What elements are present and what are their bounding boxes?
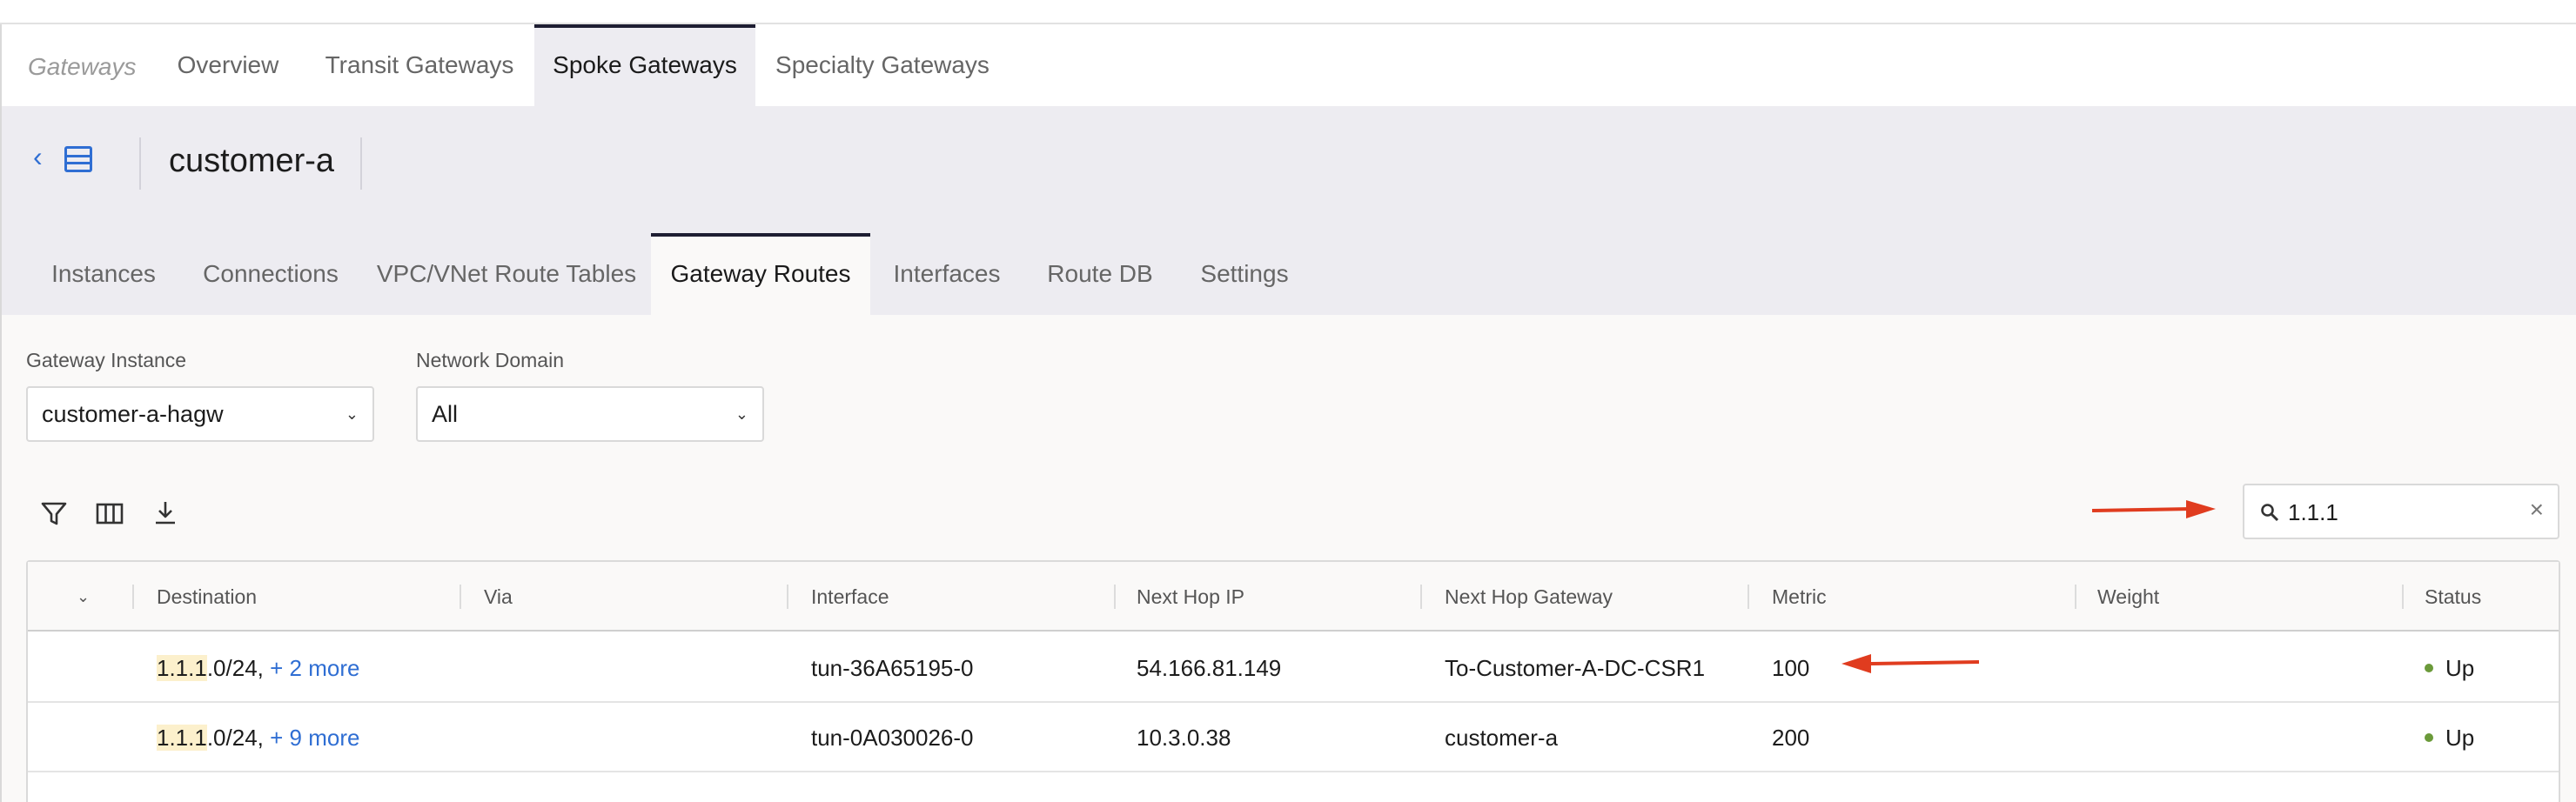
- tab-specialty-gateways[interactable]: Specialty Gateways: [766, 24, 999, 106]
- column-status[interactable]: Status: [2425, 562, 2481, 632]
- annotation-arrow-metric: [1841, 654, 1980, 673]
- gateway-instance-label: Gateway Instance: [26, 349, 187, 371]
- column-metric[interactable]: Metric: [1772, 562, 1827, 632]
- back-chevron-icon[interactable]: ‹: [33, 141, 43, 173]
- table-row[interactable]: 1.1.1.0/24, + 2 more tun-36A65195-0 54.1…: [28, 633, 2559, 703]
- tab-overview[interactable]: Overview: [158, 24, 298, 106]
- interface-cell: tun-0A030026-0: [811, 725, 974, 751]
- column-destination[interactable]: Destination: [157, 562, 257, 632]
- status-dot-icon: [2425, 664, 2433, 673]
- metric-cell: 200: [1772, 725, 1810, 751]
- tab-vpc-vnet-route-tables[interactable]: VPC/VNet Route Tables: [376, 233, 637, 315]
- next-hop-ip-cell: 10.3.0.38: [1137, 725, 1231, 751]
- network-domain-label: Network Domain: [416, 349, 564, 371]
- destination-cell: 1.1.1.0/24, + 2 more: [157, 655, 360, 681]
- column-next-hop-ip[interactable]: Next Hop IP: [1137, 562, 1244, 632]
- breadcrumb-gateways[interactable]: Gateways: [28, 53, 137, 81]
- download-icon[interactable]: [150, 498, 181, 529]
- header-divider: [360, 137, 362, 190]
- tab-transit-gateways[interactable]: Transit Gateways: [312, 24, 527, 106]
- column-next-hop-gateway[interactable]: Next Hop Gateway: [1445, 562, 1613, 632]
- tab-connections[interactable]: Connections: [191, 233, 350, 315]
- columns-icon[interactable]: [94, 498, 125, 529]
- annotation-arrow-search: [2091, 500, 2216, 518]
- table-row[interactable]: 1.1.1.0/24, + 9 more tun-0A030026-0 10.3…: [28, 703, 2559, 772]
- gateway-instance-select[interactable]: customer-a-hagw ⌄: [26, 386, 374, 442]
- routes-table: ⌄ Destination Via Interface Next Hop IP …: [26, 560, 2560, 802]
- more-destinations-link[interactable]: + 2 more: [270, 655, 359, 681]
- filter-icon[interactable]: [38, 498, 70, 529]
- chevron-down-icon: ⌄: [345, 405, 359, 423]
- gateway-header: ‹ customer-a: [0, 106, 2576, 264]
- chevron-down-icon: ⌄: [735, 405, 748, 423]
- table-header: ⌄ Destination Via Interface Next Hop IP …: [28, 562, 2559, 632]
- network-domain-select[interactable]: All ⌄: [416, 386, 764, 442]
- interface-cell: tun-36A65195-0: [811, 655, 974, 681]
- search-input[interactable]: 1.1.1 ×: [2243, 484, 2559, 539]
- column-weight[interactable]: Weight: [2097, 562, 2159, 632]
- column-via[interactable]: Via: [484, 562, 513, 632]
- next-hop-gateway-cell: To-Customer-A-DC-CSR1: [1445, 655, 1706, 681]
- top-nav: Gateways Overview Transit Gateways Spoke…: [0, 24, 2576, 106]
- header-divider: [139, 137, 141, 190]
- tab-settings[interactable]: Settings: [1185, 233, 1304, 315]
- expand-all-chevron-icon[interactable]: ⌄: [77, 562, 90, 632]
- tab-interfaces[interactable]: Interfaces: [882, 233, 1011, 315]
- status-dot-icon: [2425, 733, 2433, 743]
- search-value: 1.1.1: [2288, 499, 2338, 525]
- gateway-sub-tabs: Instances Connections VPC/VNet Route Tab…: [0, 233, 2576, 315]
- next-hop-gateway-cell: customer-a: [1445, 725, 1559, 751]
- more-destinations-link[interactable]: + 9 more: [270, 725, 359, 751]
- status-cell: Up: [2425, 633, 2474, 703]
- metric-cell: 100: [1772, 655, 1810, 681]
- top-border: [0, 0, 2576, 24]
- tab-instances[interactable]: Instances: [38, 233, 169, 315]
- clear-icon[interactable]: ×: [2530, 496, 2544, 524]
- tab-route-db[interactable]: Route DB: [1037, 233, 1163, 315]
- search-icon: [2261, 504, 2279, 522]
- status-cell: Up: [2425, 703, 2474, 772]
- destination-cell: 1.1.1.0/24, + 9 more: [157, 725, 360, 751]
- tab-spoke-gateways[interactable]: Spoke Gateways: [534, 24, 755, 106]
- page-title: customer-a: [169, 143, 335, 179]
- tab-gateway-routes[interactable]: Gateway Routes: [651, 233, 870, 315]
- next-hop-ip-cell: 54.166.81.149: [1137, 655, 1282, 681]
- column-interface[interactable]: Interface: [811, 562, 889, 632]
- list-view-icon[interactable]: [64, 146, 92, 172]
